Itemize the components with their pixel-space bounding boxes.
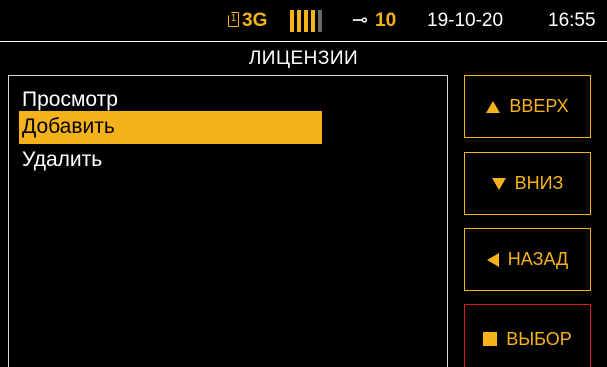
square-icon <box>483 332 498 346</box>
signal-bar <box>290 10 294 32</box>
select-button-label: ВЫБОР <box>506 328 572 349</box>
triangle-up-icon <box>486 100 501 113</box>
up-button[interactable]: ВВЕРХ <box>464 75 591 138</box>
down-button[interactable]: ВНИЗ <box>464 152 591 215</box>
menu-list: Просмотр Добавить Удалить <box>8 75 448 367</box>
screen-title: ЛИЦЕНЗИИ <box>248 48 359 69</box>
battery-level: 10 <box>375 10 397 31</box>
date-display: 19-10-20 <box>427 10 504 31</box>
signal-bar <box>311 10 315 32</box>
sim-card-icon: 1 <box>228 12 239 27</box>
header-divider <box>0 41 607 42</box>
triangle-down-icon <box>491 177 506 190</box>
signal-bar <box>304 10 308 32</box>
battery-plug-icon: ⊸ <box>352 10 368 31</box>
menu-item-add[interactable]: Добавить <box>19 111 322 144</box>
status-bar: 1 3G ⊸ 10 19-10-20 16:55 <box>0 0 607 40</box>
device-screen: 1 3G ⊸ 10 19-10-20 16:55 ЛИЦЕНЗИИ Просмо… <box>0 0 607 367</box>
back-button[interactable]: НАЗАД <box>464 228 591 291</box>
network-type: 3G <box>242 10 268 31</box>
signal-bar <box>297 10 301 32</box>
signal-bar <box>318 10 322 32</box>
triangle-left-icon <box>486 252 499 267</box>
up-button-label: ВВЕРХ <box>509 96 569 116</box>
time-display: 16:55 <box>548 10 596 31</box>
menu-item-delete[interactable]: Удалить <box>19 144 322 177</box>
select-button[interactable]: ВЫБОР <box>464 304 591 367</box>
back-button-label: НАЗАД <box>507 249 569 269</box>
down-button-label: ВНИЗ <box>514 173 564 193</box>
